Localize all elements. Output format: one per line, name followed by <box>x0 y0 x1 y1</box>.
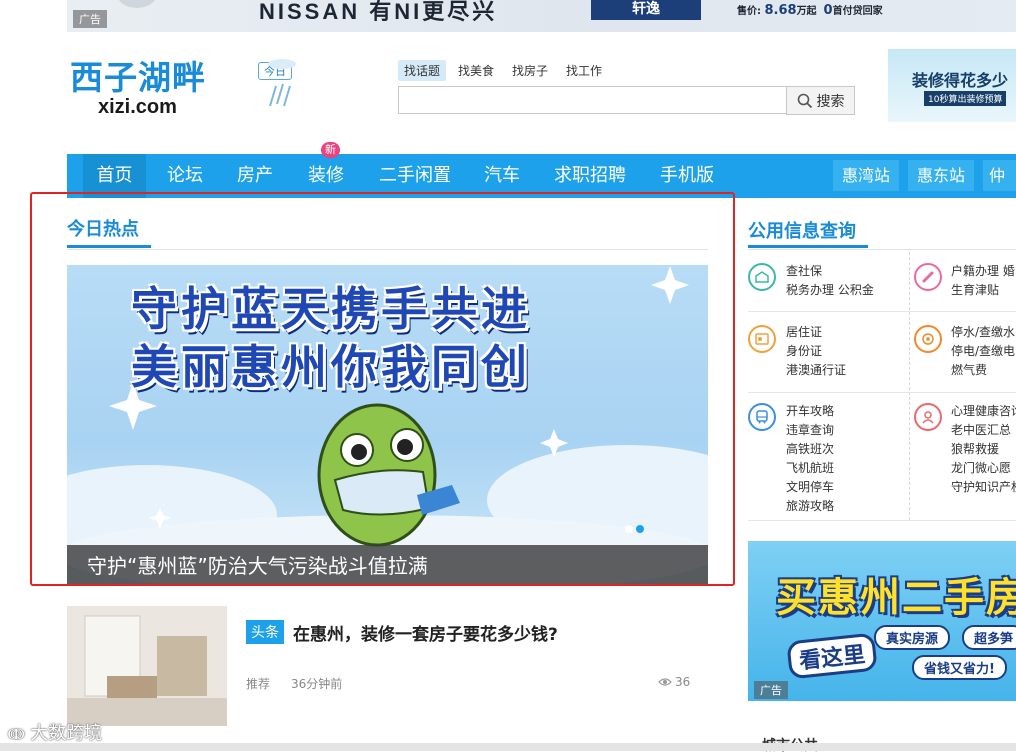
watermark-text: 大数跨境 <box>30 723 103 744</box>
station-huiwan[interactable]: 惠湾站 <box>833 160 899 191</box>
decoration-ad-subtitle: 10秒算出装修预算 <box>924 91 1007 106</box>
station-huidong[interactable]: 惠东站 <box>908 160 974 191</box>
link-civil-parking[interactable]: 文明停车 <box>786 478 834 497</box>
nav-new-badge: 新 <box>321 142 340 158</box>
ad-label: 广告 <box>73 10 107 28</box>
link-train-schedule[interactable]: 高铁班次 <box>786 440 834 459</box>
utility-icon <box>914 325 942 353</box>
watermark: ↈ 大数跨境 <box>8 719 102 745</box>
link-rescue[interactable]: 狼帮救援 <box>951 440 999 459</box>
link-travel-guide[interactable]: 旅游攻略 <box>786 497 834 516</box>
article-thumbnail[interactable] <box>67 606 227 726</box>
ad2-pill-real-listings: 真实房源 <box>874 625 951 650</box>
article-thumbnail-art <box>67 606 227 726</box>
health-icon <box>914 403 942 431</box>
site-logo-cn: 西子湖畔 <box>70 58 206 97</box>
link-maternity-allowance[interactable]: 生育津贴 <box>951 281 999 300</box>
ad-model-name: 轩逸 <box>632 1 660 17</box>
top-ad-banner[interactable]: NISSAN 有NI更尽兴 轩逸 售价: 8.68万起 0首付贷回家 广告 <box>67 0 1016 32</box>
ad2-label: 广告 <box>754 681 788 699</box>
article-category[interactable]: 推荐 <box>246 675 270 692</box>
decoration-ad-title: 装修得花多少 <box>912 71 1009 90</box>
site-logo[interactable]: 西子湖畔 xizi.com <box>70 58 206 119</box>
ad2-pill-save: 省钱又省力! <box>912 655 1007 680</box>
public-info-underline <box>748 245 868 248</box>
search-button-label: 搜索 <box>816 93 845 110</box>
public-info-grid-h2 <box>748 392 1016 393</box>
link-driving-guide[interactable]: 开车攻略 <box>786 402 834 421</box>
link-social-security[interactable]: 查社保 <box>786 262 822 281</box>
link-tax-fund[interactable]: 税务办理 公积金 <box>786 281 874 300</box>
link-household-registration[interactable]: 户籍办理 婚 <box>951 262 1015 281</box>
link-longmen-wish[interactable]: 龙门微心愿 <box>951 459 1011 478</box>
link-water[interactable]: 停水/查缴水 <box>951 323 1015 342</box>
article-views: 36 <box>658 675 690 689</box>
public-info-divider <box>748 249 1016 250</box>
decoration-ad[interactable]: 装修得花多少 10秒算出装修预算 <box>888 49 1016 122</box>
household-icon <box>914 263 942 291</box>
station-zhongkai[interactable]: 仲恺 <box>983 160 1016 191</box>
link-ip-protection[interactable]: 守护知识产权 <box>951 478 1016 497</box>
link-mental-health[interactable]: 心理健康咨询 <box>951 402 1016 421</box>
article-view-count: 36 <box>675 675 691 689</box>
social-security-icon <box>748 263 776 291</box>
public-info-grid-v <box>909 252 911 520</box>
highlight-box <box>30 192 735 586</box>
ad2-headline: 买惠州二手房 <box>776 575 1016 621</box>
article-title[interactable]: 在惠州，装修一套房子要花多少钱? <box>293 620 558 645</box>
horizontal-scrollbar[interactable] <box>0 743 1016 751</box>
ad-price: 售价: 8.68万起 0首付贷回家 <box>737 3 883 18</box>
search-tab-topic[interactable]: 找话题 <box>398 60 447 81</box>
link-tcm-doctors[interactable]: 老中医汇总 <box>951 421 1011 440</box>
headline-tag: 头条 <box>246 620 284 644</box>
weather-widget[interactable]: 今日 <box>256 56 302 114</box>
ad-brand-text: NISSAN 有NI更尽兴 <box>259 0 498 24</box>
search-button[interactable]: 搜索 <box>786 86 855 115</box>
search-input[interactable] <box>398 86 786 114</box>
ad-model-logo: 轩逸 <box>591 0 701 20</box>
link-id-card[interactable]: 身份证 <box>786 342 822 361</box>
public-info-grid-h3 <box>748 520 1016 521</box>
search-tab-food[interactable]: 找美食 <box>452 60 500 81</box>
ad2-pill-many: 超多笋 <box>962 625 1016 650</box>
site-logo-en: xizi.com <box>98 96 177 118</box>
search-icon <box>797 93 812 108</box>
link-residence-permit[interactable]: 居住证 <box>786 323 822 342</box>
secondhand-house-ad[interactable]: 买惠州二手房 看这里 真实房源 超多笋 省钱又省力! 广告 <box>748 541 1016 701</box>
eye-icon <box>658 678 672 686</box>
watermark-logo-icon: ↈ <box>8 725 25 743</box>
ad-decoration <box>117 0 157 8</box>
id-card-icon <box>748 325 776 353</box>
link-flights[interactable]: 飞机航班 <box>786 459 834 478</box>
rain-icon <box>268 59 296 107</box>
search-tab-house[interactable]: 找房子 <box>506 60 554 81</box>
link-violation-check[interactable]: 违章查询 <box>786 421 834 440</box>
search-tabs: 找话题 找美食 找房子 找工作 <box>398 60 608 81</box>
bus-icon <box>748 403 776 431</box>
search-tab-job[interactable]: 找工作 <box>560 60 608 81</box>
article-time: 36分钟前 <box>291 677 343 691</box>
link-gas[interactable]: 燃气费 <box>951 361 987 380</box>
public-info-grid-h1 <box>748 311 1016 312</box>
link-hk-macau-pass[interactable]: 港澳通行证 <box>786 361 846 380</box>
public-info-title: 公用信息查询 <box>748 221 856 242</box>
link-electricity[interactable]: 停电/查缴电 <box>951 342 1015 361</box>
ad2-look-here: 看这里 <box>786 632 878 680</box>
